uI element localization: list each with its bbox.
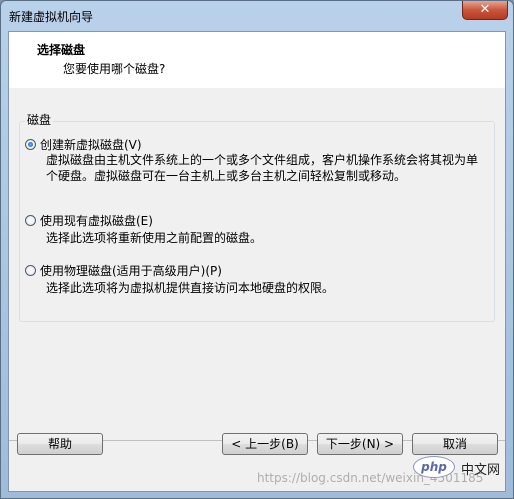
page-subtitle: 您要使用哪个磁盘?	[63, 62, 166, 76]
option-use-existing-disk[interactable]: 使用现有虚拟磁盘(E)	[25, 212, 153, 229]
close-button[interactable]: ✕	[462, 1, 508, 20]
desc-line: 虚拟磁盘由主机文件系统上的一个或多个文件组成，客户机操作系统会将其视为单	[46, 153, 479, 167]
watermark-site: 中文网	[461, 463, 501, 478]
title-bar[interactable]: 新建虚拟机向导 ✕	[1, 1, 513, 31]
close-icon: ✕	[479, 2, 491, 17]
page-title: 选择磁盘	[37, 43, 86, 57]
dialog-client: 选择磁盘 您要使用哪个磁盘? 磁盘 创建新虚拟磁盘(V) 虚拟磁盘由主机文件系统…	[8, 31, 506, 492]
option-label[interactable]: 创建新虚拟磁盘(V)	[40, 136, 142, 153]
next-button[interactable]: 下一步(N) >	[317, 433, 403, 455]
option-description: 选择此选项将重新使用之前配置的磁盘。	[46, 230, 486, 246]
cancel-button[interactable]: 取消	[412, 433, 498, 455]
wizard-window: 新建虚拟机向导 ✕ 选择磁盘 您要使用哪个磁盘? 磁盘 创建新虚拟磁盘(V) 虚…	[0, 0, 514, 499]
option-label[interactable]: 使用物理磁盘(适用于高级用户)(P)	[40, 262, 222, 279]
radio-create-new-disk[interactable]	[25, 139, 36, 150]
radio-use-physical-disk[interactable]	[25, 265, 36, 276]
groupbox-label: 磁盘	[25, 111, 54, 128]
option-use-physical-disk[interactable]: 使用物理磁盘(适用于高级用户)(P)	[25, 262, 222, 279]
option-description: 虚拟磁盘由主机文件系统上的一个或多个文件组成，客户机操作系统会将其视为单 个硬盘…	[46, 152, 486, 184]
radio-use-existing-disk[interactable]	[25, 215, 36, 226]
window-title: 新建虚拟机向导	[9, 10, 94, 24]
back-button[interactable]: < 上一步(B)	[222, 433, 308, 455]
desc-line: 选择此选项将重新使用之前配置的磁盘。	[46, 231, 263, 245]
header-divider	[9, 87, 505, 88]
desc-line: 选择此选项将为虚拟机提供直接访问本地硬盘的权限。	[46, 281, 335, 295]
option-create-new-disk[interactable]: 创建新虚拟磁盘(V)	[25, 136, 142, 153]
option-label[interactable]: 使用现有虚拟磁盘(E)	[40, 212, 153, 229]
option-description: 选择此选项将为虚拟机提供直接访问本地硬盘的权限。	[46, 280, 486, 296]
help-button[interactable]: 帮助	[17, 433, 103, 455]
desc-line: 个硬盘。虚拟磁盘可在一台主机上或多台主机之间轻松复制或移动。	[46, 169, 407, 183]
php-logo-icon: php	[413, 456, 455, 478]
wizard-header: 选择磁盘 您要使用哪个磁盘?	[9, 32, 505, 88]
